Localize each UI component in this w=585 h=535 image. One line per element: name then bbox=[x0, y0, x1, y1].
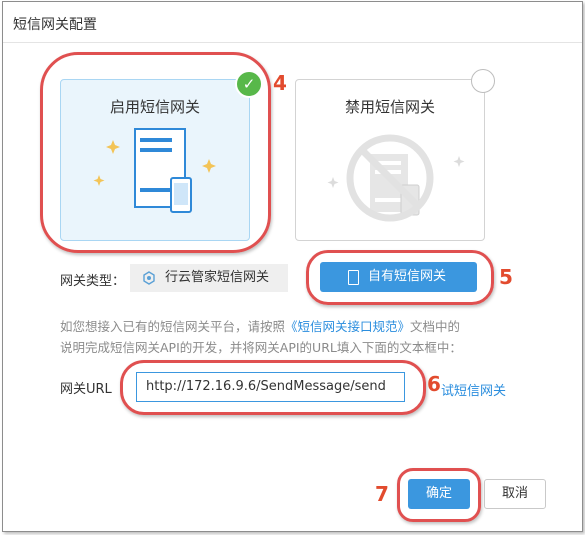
unselected-radio[interactable] bbox=[471, 69, 495, 93]
gateway-type-label: 网关类型： bbox=[60, 274, 126, 289]
ok-button[interactable]: 确定 bbox=[408, 479, 470, 509]
gateway-url-input[interactable]: http://172.16.9.6/SendMessage/send bbox=[136, 372, 405, 402]
enable-gateway-option[interactable]: 启用短信网关 bbox=[60, 79, 250, 241]
annotation-number-7: 7 bbox=[375, 482, 389, 506]
cloud-gateway-icon bbox=[143, 271, 155, 285]
builtin-gateway-text: 行云管家短信网关 bbox=[165, 270, 270, 285]
builtin-gateway-tag: 行云管家短信网关 bbox=[130, 264, 288, 292]
disable-gateway-option[interactable]: 禁用短信网关 bbox=[295, 79, 485, 241]
annotation-number-4: 4 bbox=[273, 71, 287, 95]
test-gateway-link[interactable]: 试短信网关 bbox=[441, 380, 506, 399]
url-label: 网关URL bbox=[60, 382, 112, 397]
disabled-server-illustration bbox=[327, 134, 465, 222]
title-divider bbox=[3, 42, 582, 43]
spec-doc-link[interactable]: 《短信网关接口规范》 bbox=[285, 319, 410, 334]
description-line-2: 说明完成短信网关API的开发，并将网关API的URL填入下面的文本框中： bbox=[60, 340, 462, 355]
annotation-number-6: 6 bbox=[427, 372, 441, 396]
annotation-number-5: 5 bbox=[499, 265, 513, 289]
description-line-1: 如您想接入已有的短信网关平台，请按照《短信网关接口规范》文档中的 bbox=[60, 316, 460, 335]
own-gateway-text: 自有短信网关 bbox=[368, 269, 447, 284]
dialog-title: 短信网关配置 bbox=[13, 17, 97, 33]
description-text-suffix: 文档中的 bbox=[410, 319, 461, 334]
selected-check-icon: ✓ bbox=[235, 70, 263, 98]
phone-icon bbox=[348, 270, 359, 285]
own-gateway-button[interactable]: 自有短信网关 bbox=[320, 262, 477, 292]
server-phone-illustration bbox=[93, 128, 216, 213]
description-text: 如您想接入已有的短信网关平台，请按照 bbox=[60, 319, 286, 334]
cancel-button[interactable]: 取消 bbox=[484, 479, 546, 509]
